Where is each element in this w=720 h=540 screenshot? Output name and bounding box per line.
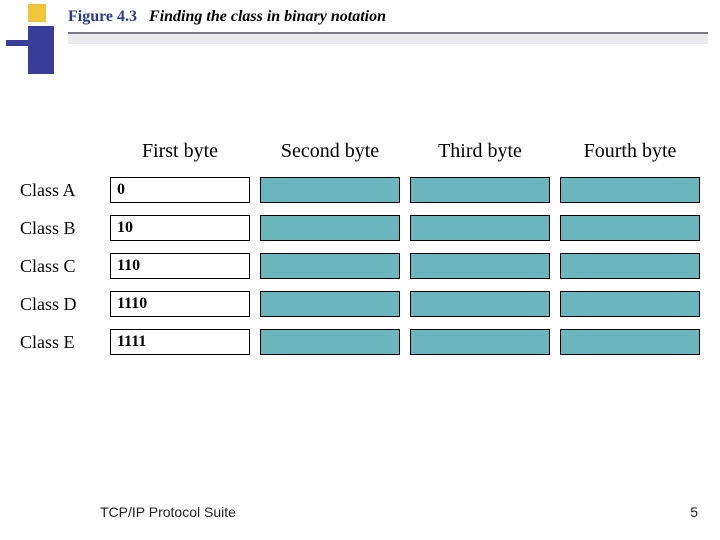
row-label: Class D xyxy=(20,294,100,315)
slide-ornament xyxy=(6,4,54,74)
byte-cell xyxy=(410,253,550,279)
byte-cell xyxy=(560,177,700,203)
row-label: Class E xyxy=(20,332,100,353)
byte-cell xyxy=(260,329,400,355)
figure-header: Figure 4.3 Finding the class in binary n… xyxy=(68,8,708,44)
col-header-4: Fourth byte xyxy=(560,140,700,163)
column-headers: First byte Second byte Third byte Fourth… xyxy=(20,140,700,163)
table-row: Class B 10 xyxy=(20,215,700,241)
prefix-cell: 0 xyxy=(110,177,250,203)
table-row: Class E 1111 xyxy=(20,329,700,355)
byte-cell xyxy=(410,329,550,355)
footer-text: TCP/IP Protocol Suite xyxy=(100,504,236,520)
row-label: Class B xyxy=(20,218,100,239)
divider-shadow xyxy=(68,34,708,44)
byte-cell xyxy=(410,215,550,241)
byte-cell xyxy=(260,177,400,203)
byte-cell xyxy=(560,329,700,355)
byte-cell xyxy=(260,215,400,241)
byte-cell xyxy=(560,215,700,241)
row-label: Class A xyxy=(20,180,100,201)
page-number: 5 xyxy=(690,504,698,520)
byte-cell xyxy=(410,291,550,317)
byte-cell xyxy=(560,253,700,279)
col-header-2: Second byte xyxy=(260,140,400,163)
prefix-cell: 10 xyxy=(110,215,250,241)
prefix-cell: 1110 xyxy=(110,291,250,317)
col-header-1: First byte xyxy=(110,140,250,163)
table-row: Class D 1110 xyxy=(20,291,700,317)
figure-title: Finding the class in binary notation xyxy=(149,8,386,26)
table-row: Class A 0 xyxy=(20,177,700,203)
figure-number: Figure 4.3 xyxy=(68,8,137,26)
table-row: Class C 110 xyxy=(20,253,700,279)
byte-cell xyxy=(260,253,400,279)
prefix-cell: 1111 xyxy=(110,329,250,355)
prefix-cell: 110 xyxy=(110,253,250,279)
class-diagram: First byte Second byte Third byte Fourth… xyxy=(20,140,700,367)
row-label: Class C xyxy=(20,256,100,277)
byte-cell xyxy=(560,291,700,317)
col-header-3: Third byte xyxy=(410,140,550,163)
byte-cell xyxy=(410,177,550,203)
byte-cell xyxy=(260,291,400,317)
